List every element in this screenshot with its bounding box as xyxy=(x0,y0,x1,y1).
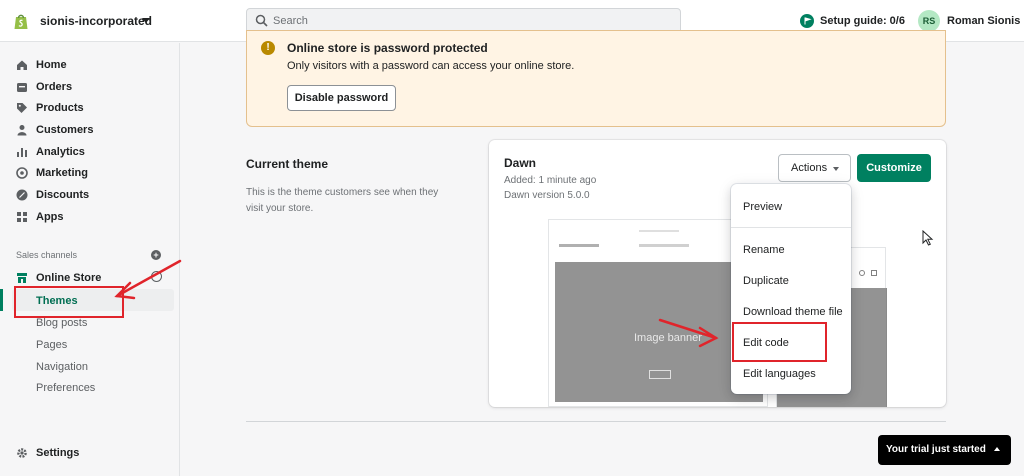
sidebar-item-discounts[interactable]: Discounts xyxy=(16,186,89,204)
setup-guide[interactable]: Setup guide: 0/6 xyxy=(800,12,905,30)
menu-item-duplicate[interactable]: Duplicate xyxy=(743,275,789,287)
store-icon xyxy=(17,273,27,283)
theme-added: Added: 1 minute ago xyxy=(504,175,597,186)
menu-item-rename[interactable]: Rename xyxy=(743,244,785,256)
home-icon xyxy=(17,60,27,70)
caret-up-icon xyxy=(994,447,1000,451)
sidebar-item-label: Settings xyxy=(36,447,80,459)
banner-title: Online store is password protected xyxy=(287,41,488,55)
sidebar-item-label: Customers xyxy=(36,124,94,136)
sidebar-item-label: Marketing xyxy=(36,167,88,179)
menu-item-download-theme-file[interactable]: Download theme file xyxy=(743,306,843,318)
actions-menu: Preview Rename Duplicate Download theme … xyxy=(731,184,851,394)
sidebar: Home Orders Products Customers Analytics… xyxy=(0,43,180,476)
sidebar-item-label: Orders xyxy=(36,81,73,93)
sidebar-item-label: Apps xyxy=(36,211,64,223)
bar-chart-icon xyxy=(17,148,27,157)
sidebar-subitem-navigation[interactable]: Navigation xyxy=(36,361,88,373)
trial-toast-text: Your trial just started xyxy=(886,444,986,455)
sidebar-item-analytics[interactable]: Analytics xyxy=(16,143,85,161)
current-theme-description: This is the theme customers see when the… xyxy=(246,187,439,214)
avatar[interactable]: RS xyxy=(918,10,940,32)
discount-icon xyxy=(16,189,28,201)
gear-icon xyxy=(17,448,27,458)
sidebar-item-customers[interactable]: Customers xyxy=(16,121,93,139)
sidebar-item-settings[interactable]: Settings xyxy=(16,444,79,462)
actions-button[interactable]: Actions xyxy=(778,154,851,182)
search-input[interactable] xyxy=(273,12,673,30)
caret-down-icon xyxy=(833,167,839,171)
sidebar-item-online-store[interactable]: Online Store xyxy=(16,269,101,287)
customize-button[interactable]: Customize xyxy=(857,154,931,182)
sidebar-item-label: Home xyxy=(36,59,67,71)
current-theme-heading: Current theme xyxy=(246,157,329,171)
search-icon xyxy=(255,14,268,27)
theme-name: Dawn xyxy=(504,156,537,170)
setup-guide-label: Setup guide: 0/6 xyxy=(820,15,905,27)
sidebar-item-apps[interactable]: Apps xyxy=(16,208,64,226)
sidebar-item-products[interactable]: Products xyxy=(16,99,84,117)
trial-toast[interactable]: Your trial just started xyxy=(878,435,1011,465)
disable-password-button[interactable]: Disable password xyxy=(287,85,396,111)
menu-divider xyxy=(731,227,851,228)
sidebar-subitem-preferences[interactable]: Preferences xyxy=(36,382,95,394)
annotation-box-edit-code xyxy=(732,322,827,362)
sidebar-item-label: Products xyxy=(36,102,84,114)
tag-icon xyxy=(17,103,27,113)
sidebar-item-marketing[interactable]: Marketing xyxy=(16,164,88,182)
password-banner: ! Online store is password protected Onl… xyxy=(246,30,946,127)
theme-card: Dawn Added: 1 minute ago Dawn version 5.… xyxy=(489,140,946,407)
sidebar-item-label: Discounts xyxy=(36,189,90,201)
warning-icon: ! xyxy=(261,41,275,55)
sidebar-subitem-blog-posts[interactable]: Blog posts xyxy=(36,317,87,329)
store-name[interactable]: sionis-incorporated xyxy=(40,14,152,28)
flag-icon xyxy=(800,14,814,28)
section-divider xyxy=(246,421,946,422)
banner-text: Only visitors with a password can access… xyxy=(287,60,575,72)
menu-item-preview[interactable]: Preview xyxy=(743,201,782,213)
apps-icon xyxy=(17,212,27,222)
sidebar-item-orders[interactable]: Orders xyxy=(16,78,72,96)
sidebar-subitem-pages[interactable]: Pages xyxy=(36,339,67,351)
user-name[interactable]: Roman Sionis xyxy=(947,15,1020,27)
shopify-bag-icon[interactable] xyxy=(13,12,29,30)
actions-button-label: Actions xyxy=(791,162,828,174)
sales-channels-title: Sales channels xyxy=(16,250,78,260)
theme-version: Dawn version 5.0.0 xyxy=(504,190,590,201)
target-icon xyxy=(16,167,28,179)
preview-hero-label: Image banner xyxy=(634,332,702,344)
add-channel-icon[interactable]: + xyxy=(151,250,161,260)
active-indicator xyxy=(0,289,3,311)
orders-icon xyxy=(17,83,27,92)
mouse-cursor-icon xyxy=(922,230,934,246)
menu-item-edit-languages[interactable]: Edit languages xyxy=(743,368,816,380)
store-caret-icon[interactable] xyxy=(142,18,150,23)
person-icon xyxy=(17,125,27,136)
view-store-icon[interactable] xyxy=(151,271,162,282)
sidebar-item-label: Online Store xyxy=(36,272,102,284)
sidebar-item-home[interactable]: Home xyxy=(16,56,67,74)
annotation-box-themes xyxy=(14,286,124,318)
sidebar-item-label: Analytics xyxy=(36,146,85,158)
